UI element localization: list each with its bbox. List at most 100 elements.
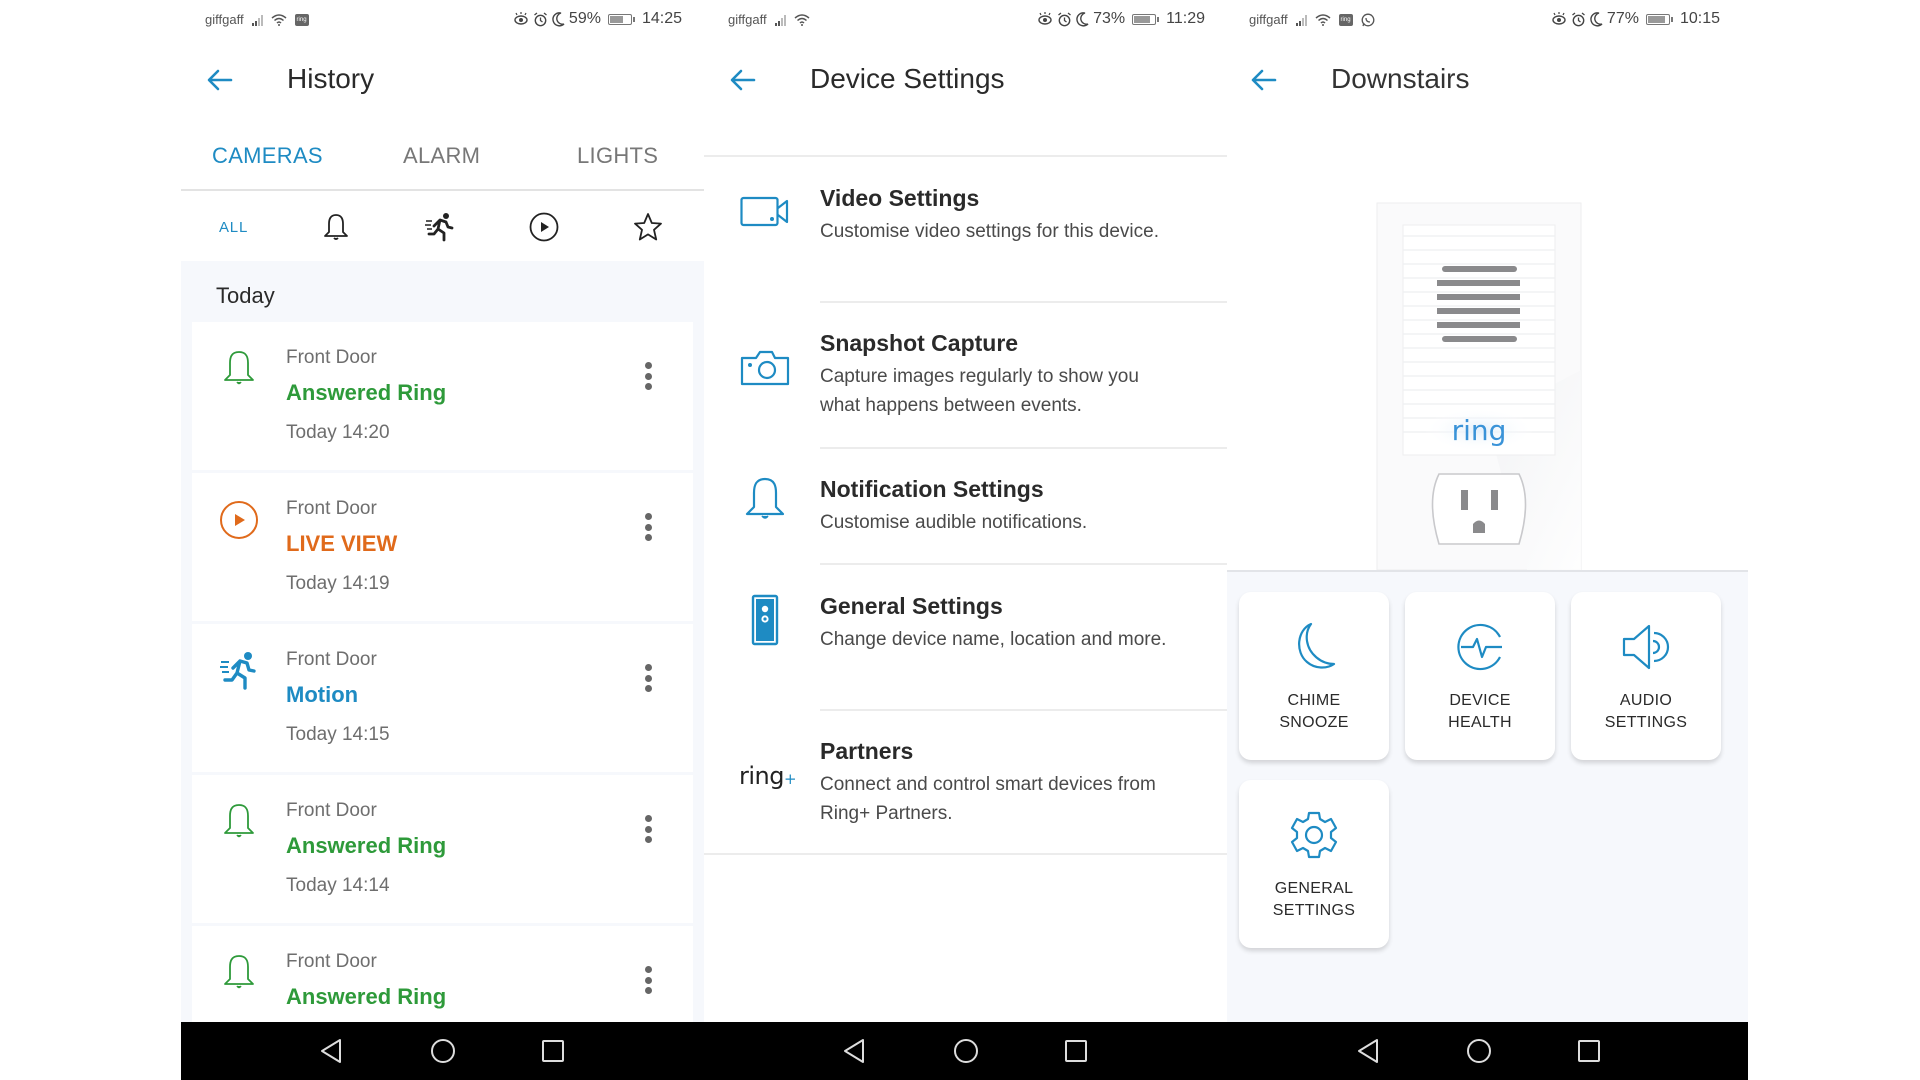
- recents-nav-icon[interactable]: [1575, 1037, 1603, 1065]
- settings-item-title: Notification Settings: [820, 476, 1044, 502]
- event-time: Today 14:14: [286, 875, 390, 896]
- carrier-label: giffgaff: [1249, 12, 1288, 27]
- battery-level: [1134, 15, 1151, 23]
- battery-level: [609, 15, 623, 23]
- back-nav-icon[interactable]: [318, 1037, 346, 1065]
- motion-runner-icon: [425, 213, 454, 242]
- app-header: Device Settings: [704, 55, 1227, 105]
- settings-item-desc: Capture images regularly to show you wha…: [820, 366, 1139, 416]
- alarm-icon: [1572, 11, 1585, 26]
- wifi-icon: [271, 14, 287, 26]
- more-options-icon[interactable]: [643, 815, 653, 843]
- back-nav-icon[interactable]: [841, 1037, 869, 1065]
- arrow-left-icon[interactable]: [1249, 65, 1279, 95]
- recents-nav-icon[interactable]: [1062, 1037, 1090, 1065]
- more-options-icon[interactable]: [643, 362, 653, 390]
- tile-device-health[interactable]: DEVICE HEALTH: [1405, 592, 1555, 760]
- settings-item-snapshot[interactable]: Snapshot Capture Capture images regularl…: [704, 303, 1227, 449]
- alarm-icon: [1058, 11, 1072, 26]
- ring-logo-text: ring: [739, 762, 784, 790]
- settings-item-title: Partners: [820, 738, 914, 764]
- event-type: LIVE VIEW: [286, 531, 398, 556]
- android-nav-bar: [181, 1022, 704, 1080]
- more-options-icon[interactable]: [643, 664, 653, 692]
- event-camera-name: Front Door: [286, 498, 377, 519]
- star-icon: [634, 213, 662, 241]
- filter-all[interactable]: ALL: [219, 219, 248, 236]
- settings-item-desc: Change device name, location and more.: [820, 629, 1167, 650]
- battery-icon: [607, 13, 635, 25]
- settings-item-partners[interactable]: ring+ Partners Connect and control smart…: [704, 711, 1227, 853]
- settings-item-video[interactable]: Video Settings Customise video settings …: [704, 157, 1227, 303]
- status-bar: giffgaff 73% 11:29: [704, 0, 1227, 40]
- event-row[interactable]: Front Door LIVE VIEW Today 14:19: [192, 473, 693, 621]
- settings-item-desc: Customise audible notifications.: [820, 512, 1088, 533]
- settings-item-title: Snapshot Capture: [820, 330, 1019, 356]
- filter-live-view[interactable]: [527, 210, 561, 244]
- event-row[interactable]: Front Door Answered Ring Today 14:20: [192, 322, 693, 470]
- photo-camera-icon: [740, 343, 790, 393]
- settings-item-general[interactable]: General Settings Change device name, loc…: [704, 565, 1227, 711]
- back-nav-icon[interactable]: [1355, 1037, 1383, 1065]
- tile-chime-snooze[interactable]: CHIME SNOOZE: [1239, 592, 1389, 760]
- settings-item-desc: Connect and control smart devices from R…: [820, 774, 1156, 824]
- signal-icon: [774, 14, 786, 26]
- tile-label: GENERAL SETTINGS: [1272, 880, 1356, 919]
- event-row[interactable]: Front Door Answered Ring Today 14:14: [192, 775, 693, 923]
- speaker-icon: [1622, 624, 1670, 670]
- bell-icon: [740, 476, 790, 526]
- event-time: Today 14:15: [286, 724, 390, 745]
- event-row[interactable]: Front Door Motion Today 14:15: [192, 624, 693, 772]
- tile-label: AUDIO SETTINGS: [1604, 692, 1688, 731]
- recents-nav-icon[interactable]: [539, 1037, 567, 1065]
- history-tabs: CAMERAS ALARM LIGHTS: [181, 135, 704, 191]
- event-time: Today 14:20: [286, 422, 390, 443]
- home-nav-icon[interactable]: [952, 1037, 980, 1065]
- more-options-icon[interactable]: [643, 966, 653, 994]
- battery-icon: [1645, 13, 1673, 25]
- event-camera-name: Front Door: [286, 951, 377, 972]
- eye-comfort-icon: [514, 12, 528, 25]
- more-options-icon[interactable]: [643, 513, 653, 541]
- wifi-icon: [794, 14, 810, 26]
- android-nav-bar: [1227, 1022, 1748, 1080]
- arrow-left-icon[interactable]: [205, 65, 235, 95]
- page-title: History: [287, 63, 375, 94]
- home-nav-icon[interactable]: [1465, 1037, 1493, 1065]
- carrier-label: giffgaff: [205, 12, 244, 27]
- filter-motion[interactable]: [423, 210, 457, 244]
- signal-icon: [251, 14, 263, 26]
- downstairs-device-screen: giffgaff ring 77% 10:15 Downstairs ring …: [1227, 0, 1748, 1080]
- filter-favorites[interactable]: [631, 210, 665, 244]
- arrow-left-icon[interactable]: [728, 65, 758, 95]
- battery-icon: [1132, 13, 1160, 25]
- clock: 11:29: [1166, 10, 1205, 27]
- eye-comfort-icon: [1038, 12, 1052, 25]
- settings-item-title: Video Settings: [820, 185, 980, 211]
- status-bar: giffgaff ring 77% 10:15: [1227, 0, 1748, 40]
- event-time: Today 14:19: [286, 573, 390, 594]
- tab-alarm[interactable]: ALARM: [403, 143, 480, 169]
- chime-device-illustration: ring: [1376, 202, 1582, 571]
- home-nav-icon[interactable]: [429, 1037, 457, 1065]
- tab-lights[interactable]: LIGHTS: [577, 143, 658, 169]
- event-camera-name: Front Door: [286, 649, 377, 670]
- ring-logo-plus: +: [783, 770, 797, 788]
- event-list: Today Front Door Answered Ring Today 14:…: [181, 261, 704, 1080]
- tile-general-settings[interactable]: GENERAL SETTINGS: [1239, 780, 1389, 948]
- event-type: Answered Ring: [286, 984, 447, 1009]
- app-header: History: [181, 55, 704, 105]
- event-camera-name: Front Door: [286, 347, 377, 368]
- section-header-today: Today: [216, 283, 275, 308]
- tab-cameras[interactable]: CAMERAS: [212, 143, 323, 169]
- tile-audio-settings[interactable]: AUDIO SETTINGS: [1571, 592, 1721, 760]
- filter-rings[interactable]: [319, 210, 353, 244]
- battery-percent: 59%: [568, 10, 601, 27]
- do-not-disturb-icon: [1076, 11, 1089, 26]
- tile-label: DEVICE HEALTH: [1448, 692, 1512, 731]
- bell-icon: [224, 351, 254, 385]
- battery-percent: 73%: [1093, 10, 1126, 27]
- settings-item-notifications[interactable]: Notification Settings Customise audible …: [704, 449, 1227, 565]
- play-circle-icon: [220, 501, 258, 539]
- page-title: Downstairs: [1331, 63, 1470, 94]
